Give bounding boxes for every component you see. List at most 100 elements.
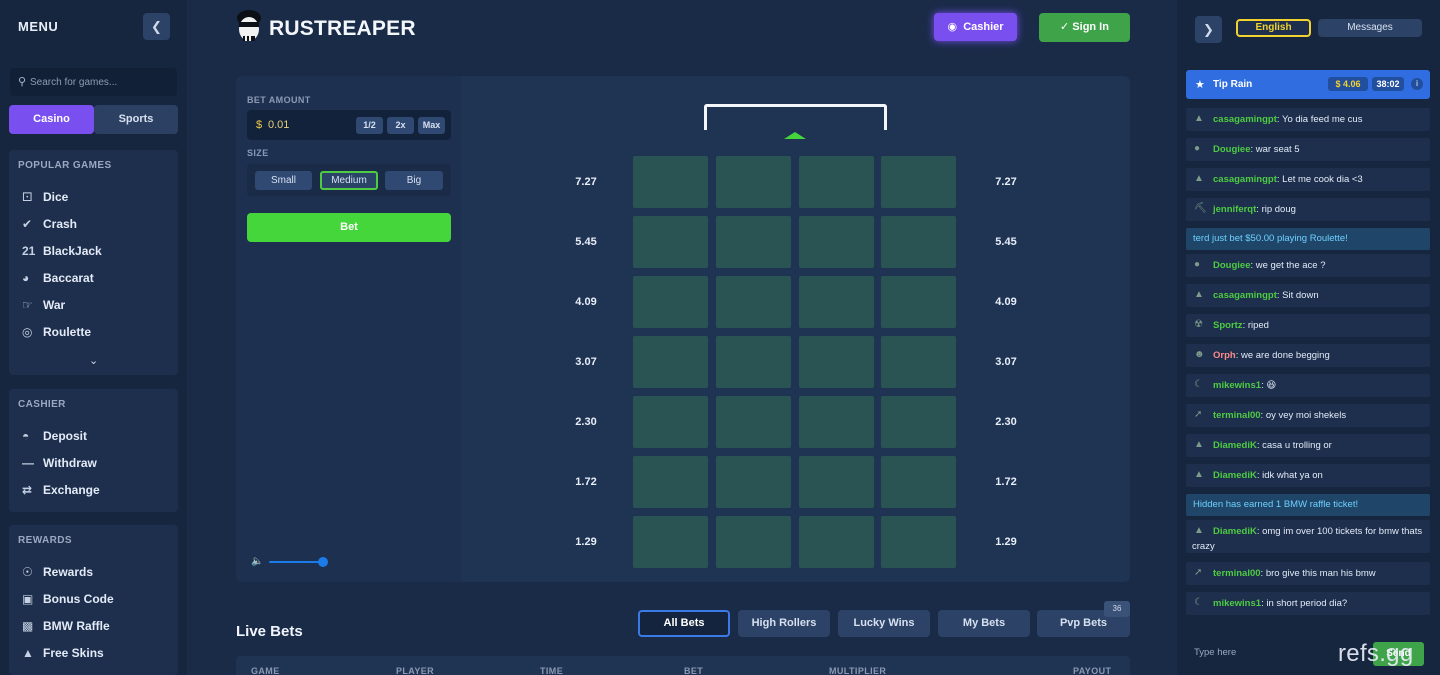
nav-exchange[interactable]: ⇄ Exchange xyxy=(22,483,100,501)
bet-amount-field[interactable]: $ 0.01 1/2 2x Max xyxy=(247,110,451,140)
chat-username[interactable]: jenniferqt xyxy=(1213,204,1256,215)
info-icon[interactable]: i xyxy=(1411,78,1423,90)
chat-username[interactable]: DiamediK xyxy=(1213,470,1257,481)
sign-in-button[interactable]: ✓ Sign In xyxy=(1039,13,1130,42)
tile-r5-c2[interactable] xyxy=(716,396,791,448)
chat-username[interactable]: Dougiee xyxy=(1213,144,1250,155)
tile-r4-c2[interactable] xyxy=(716,336,791,388)
tile-r5-c3[interactable] xyxy=(799,396,874,448)
size-small-button[interactable]: Small xyxy=(255,171,312,190)
tile-r1-c2[interactable] xyxy=(716,156,791,208)
chat-username[interactable]: Sportz xyxy=(1213,320,1243,331)
knife-icon[interactable]: ➚ xyxy=(1194,567,1210,578)
chat-username[interactable]: casagamingpt xyxy=(1213,114,1277,125)
casino-tab[interactable]: Casino xyxy=(9,105,94,134)
tile-r2-c1[interactable] xyxy=(633,216,708,268)
tip-rain-banner[interactable]: ★ Tip Rain $ 4.06 38:02 i xyxy=(1186,70,1430,99)
volume-slider-track[interactable] xyxy=(269,561,323,563)
collapse-sidebar-button[interactable]: ❮ xyxy=(143,13,170,40)
size-big-button[interactable]: Big xyxy=(385,171,443,190)
tile-r3-c1[interactable] xyxy=(633,276,708,328)
size-medium-button[interactable]: Medium xyxy=(320,171,378,190)
pickaxe-icon[interactable]: ⛏ xyxy=(1194,203,1210,214)
chat-username[interactable]: mikewins1 xyxy=(1213,380,1261,391)
nav-rewards[interactable]: ☉ Rewards xyxy=(22,565,93,583)
tile-r2-c3[interactable] xyxy=(799,216,874,268)
chat-username[interactable]: terminal00 xyxy=(1213,568,1261,579)
glasses-icon[interactable]: ● xyxy=(1194,143,1210,154)
nav-baccarat[interactable]: ◕ Baccarat xyxy=(22,271,94,289)
nav-roulette[interactable]: ◎ Roulette xyxy=(22,325,91,343)
tile-r3-c4[interactable] xyxy=(881,276,956,328)
tab-high-rollers[interactable]: High Rollers xyxy=(738,610,830,637)
tile-r6-c3[interactable] xyxy=(799,456,874,508)
tile-r2-c4[interactable] xyxy=(881,216,956,268)
tile-r4-c1[interactable] xyxy=(633,336,708,388)
collapse-chat-button[interactable]: ❯ xyxy=(1195,16,1222,43)
tile-r7-c1[interactable] xyxy=(633,516,708,568)
chat-username[interactable]: casagamingpt xyxy=(1213,290,1277,301)
tab-my-bets[interactable]: My Bets xyxy=(938,610,1030,637)
nav-free-skins[interactable]: ▲ Free Skins xyxy=(22,646,104,664)
tile-r6-c1[interactable] xyxy=(633,456,708,508)
tile-r1-c3[interactable] xyxy=(799,156,874,208)
language-button[interactable]: English xyxy=(1236,19,1311,37)
tile-r3-c2[interactable] xyxy=(716,276,791,328)
sports-tab[interactable]: Sports xyxy=(94,105,178,134)
volume-slider-handle[interactable] xyxy=(318,557,328,567)
double-bet-button[interactable]: 2x xyxy=(387,117,414,134)
tile-r3-c3[interactable] xyxy=(799,276,874,328)
hat-icon[interactable]: ▲ xyxy=(1194,289,1210,300)
chat-username[interactable]: Orph xyxy=(1213,350,1236,361)
tile-r2-c2[interactable] xyxy=(716,216,791,268)
tile-r7-c4[interactable] xyxy=(881,516,956,568)
half-bet-button[interactable]: 1/2 xyxy=(356,117,383,134)
tile-r6-c4[interactable] xyxy=(881,456,956,508)
nav-bmw-raffle[interactable]: ▩ BMW Raffle xyxy=(22,619,110,637)
banana-icon[interactable]: ☾ xyxy=(1194,379,1210,390)
nav-crash[interactable]: ✔ Crash xyxy=(22,217,77,235)
face-icon[interactable]: ☻ xyxy=(1194,349,1210,360)
nav-deposit[interactable]: ◓ Deposit xyxy=(22,429,87,447)
tile-r6-c2[interactable] xyxy=(716,456,791,508)
chat-message: ☾ mikewins1: in short period dia? xyxy=(1186,592,1430,615)
tile-r1-c4[interactable] xyxy=(881,156,956,208)
nav-dice[interactable]: ⚀ Dice xyxy=(22,190,68,208)
watermark-text: refs.gg xyxy=(1338,640,1414,667)
knife-icon[interactable]: ➚ xyxy=(1194,409,1210,420)
chat-username[interactable]: DiamediK xyxy=(1213,526,1257,537)
messages-button[interactable]: Messages xyxy=(1318,19,1422,37)
hat-icon[interactable]: ▲ xyxy=(1194,469,1210,480)
hat-icon[interactable]: ▲ xyxy=(1194,113,1210,124)
max-bet-button[interactable]: Max xyxy=(418,117,445,134)
header-cashier-button[interactable]: ◉ Cashier xyxy=(934,13,1017,41)
chat-username[interactable]: DiamediK xyxy=(1213,440,1257,451)
chat-username[interactable]: casagamingpt xyxy=(1213,174,1277,185)
hat-icon[interactable]: ▲ xyxy=(1194,439,1210,450)
tile-r4-c3[interactable] xyxy=(799,336,874,388)
tile-r5-c1[interactable] xyxy=(633,396,708,448)
hat-icon[interactable]: ▲ xyxy=(1194,173,1210,184)
chat-username[interactable]: terminal00 xyxy=(1213,410,1261,421)
tab-lucky-wins[interactable]: Lucky Wins xyxy=(838,610,930,637)
tile-r7-c3[interactable] xyxy=(799,516,874,568)
tile-r4-c4[interactable] xyxy=(881,336,956,388)
speaker-icon[interactable]: 🔈 xyxy=(251,556,263,567)
chat-username[interactable]: mikewins1 xyxy=(1213,598,1261,609)
search-input[interactable] xyxy=(30,72,170,92)
tile-r5-c4[interactable] xyxy=(881,396,956,448)
radiation-icon[interactable]: ☢ xyxy=(1194,319,1210,330)
chat-message-text: casagamingpt: Sit down xyxy=(1213,288,1424,303)
glasses-icon[interactable]: ● xyxy=(1194,259,1210,270)
nav-blackjack[interactable]: 21 BlackJack xyxy=(22,244,102,262)
tile-r1-c1[interactable] xyxy=(633,156,708,208)
banana-icon[interactable]: ☾ xyxy=(1194,597,1210,608)
nav-withdraw[interactable]: — Withdraw xyxy=(22,456,97,474)
expand-games-chevron-icon[interactable]: ⌄ xyxy=(89,354,98,367)
tile-r7-c2[interactable] xyxy=(716,516,791,568)
tab-all-bets[interactable]: All Bets xyxy=(638,610,730,637)
place-bet-button[interactable]: Bet xyxy=(247,213,451,242)
nav-war[interactable]: ☞ War xyxy=(22,298,65,316)
nav-bonus-code[interactable]: ▣ Bonus Code xyxy=(22,592,114,610)
chat-username[interactable]: Dougiee xyxy=(1213,260,1250,271)
